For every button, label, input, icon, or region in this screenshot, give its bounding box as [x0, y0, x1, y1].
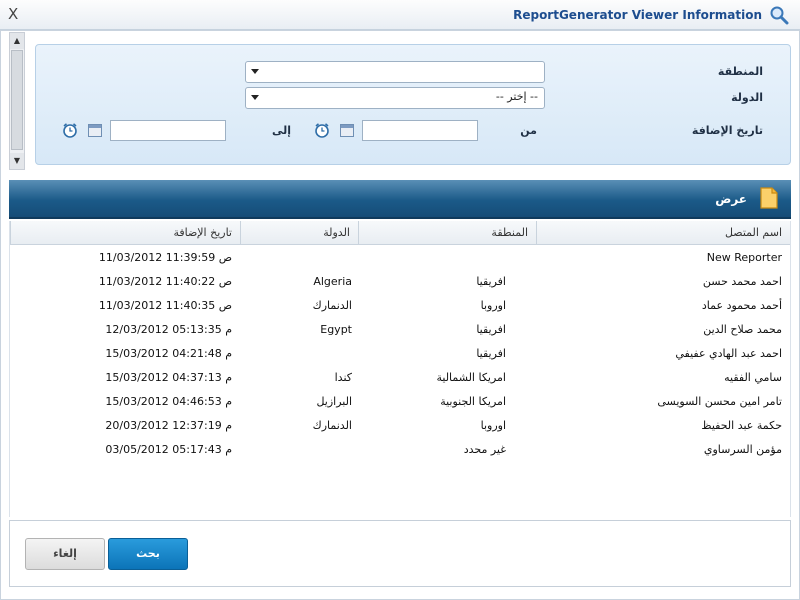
- cell-region: افريقيا: [476, 323, 506, 336]
- table-row[interactable]: New Reporter 11/03/2012 11:39:59 ص: [10, 246, 790, 270]
- title-bar: X ReportGenerator Viewer Information: [0, 0, 800, 30]
- table-row[interactable]: حكمة عبد الحفيظ اوروبا الدنمارك 20/03/2012 …: [10, 414, 790, 438]
- cell-caller-name: New Reporter: [706, 251, 782, 264]
- scroll-thumb[interactable]: [11, 50, 23, 150]
- table-row[interactable]: محمد صلاح الدين افريقيا Egypt 12/03/2012 05…: [10, 318, 790, 342]
- cell-country: [242, 342, 352, 366]
- grid-body: New Reporter 11/03/2012 11:39:59 ص احمد مح…: [10, 246, 790, 516]
- cell-date-added: 12/03/2012 05:13:35 م: [105, 323, 232, 336]
- cell-caller-name: احمد عبد الهادي عفيفي: [675, 347, 782, 360]
- results-header: عرض: [9, 180, 791, 219]
- table-row[interactable]: احمد محمد حسن افريقيا Algeria 11/03/2012 11…: [10, 270, 790, 294]
- cell-region: افريقيا: [476, 347, 506, 360]
- cell-region: غير محدد: [463, 443, 506, 456]
- to-label: إلى: [271, 124, 291, 137]
- cell-caller-name: احمد محمد حسن: [702, 275, 782, 288]
- cell-caller-name: تامر امين محسن السويسى: [657, 395, 782, 408]
- cell-date-added: 11/03/2012 11:39:59 ص: [98, 251, 232, 264]
- magnifier-icon: [770, 6, 789, 25]
- cell-caller-name: مؤمن السرساوي: [703, 443, 782, 456]
- cell-country: الدنمارك: [312, 299, 352, 312]
- cell-region: امريكا الجنوبية: [440, 395, 506, 408]
- column-header-region[interactable]: المنطقة: [358, 221, 536, 245]
- from-date-input[interactable]: [362, 120, 478, 141]
- cell-caller-name: أحمد محمود عماد: [701, 299, 782, 312]
- cell-date-added: 11/03/2012 11:40:35 ص: [98, 299, 232, 312]
- document-icon: [760, 187, 778, 209]
- cell-region: افريقيا: [476, 275, 506, 288]
- table-row[interactable]: أحمد محمود عماد اوروبا الدنمارك 11/03/2012 …: [10, 294, 790, 318]
- cell-region: امريكا الشمالية: [436, 371, 506, 384]
- cell-country: البرازيل: [316, 395, 352, 408]
- cell-country: Algeria: [313, 275, 352, 288]
- country-label: الدولة: [731, 91, 763, 104]
- chevron-down-icon: [251, 95, 259, 100]
- calendar-icon[interactable]: [340, 124, 354, 137]
- country-select[interactable]: -- إختر --: [245, 87, 545, 109]
- scroll-up-icon[interactable]: ▲: [10, 33, 24, 49]
- cell-date-added: 03/05/2012 05:17:43 م: [105, 443, 232, 456]
- to-date-input[interactable]: [110, 120, 226, 141]
- cell-country: الدنمارك: [312, 419, 352, 432]
- table-row[interactable]: تامر امين محسن السويسى امريكا الجنوبية الب…: [10, 390, 790, 414]
- clock-icon[interactable]: [314, 122, 330, 138]
- table-row[interactable]: مؤمن السرساوي غير محدد 03/05/2012 05:17:43…: [10, 438, 790, 462]
- results-title: عرض: [715, 192, 747, 206]
- cell-date-added: 15/03/2012 04:46:53 م: [105, 395, 232, 408]
- date-added-label: تاريخ الإضافة: [691, 124, 763, 137]
- table-row[interactable]: احمد عبد الهادي عفيفي افريقيا 15/03/2012 0…: [10, 342, 790, 366]
- cell-date-added: 15/03/2012 04:37:13 م: [105, 371, 232, 384]
- table-row[interactable]: سامي الفقيه امريكا الشمالية كندا 15/03/2012…: [10, 366, 790, 390]
- cell-region: اوروبا: [480, 419, 506, 432]
- window-title: ReportGenerator Viewer Information: [513, 8, 762, 22]
- region-select[interactable]: [245, 61, 545, 83]
- cancel-button[interactable]: إلغاء: [25, 538, 105, 570]
- cell-region: اوروبا: [480, 299, 506, 312]
- scroll-down-icon[interactable]: ▼: [10, 153, 24, 169]
- cell-country: Egypt: [320, 323, 352, 336]
- from-label: من: [520, 124, 537, 137]
- cell-date-added: 20/03/2012 12:37:19 م: [105, 419, 232, 432]
- cell-caller-name: محمد صلاح الدين: [703, 323, 782, 336]
- chevron-down-icon: [251, 69, 259, 74]
- column-header-country[interactable]: الدولة: [240, 221, 358, 245]
- search-button[interactable]: بحث: [108, 538, 188, 570]
- cell-country: [242, 246, 352, 270]
- close-icon[interactable]: X: [8, 4, 18, 24]
- region-label: المنطقة: [717, 65, 763, 78]
- cell-caller-name: حكمة عبد الحفيظ: [701, 419, 782, 432]
- cell-country: [242, 438, 352, 462]
- cell-date-added: 11/03/2012 11:40:22 ص: [98, 275, 232, 288]
- filter-panel: المنطقة الدولة -- إختر -- تاريخ الإضافة …: [35, 44, 791, 165]
- results-grid: اسم المتصل المنطقة الدولة تاريخ الإضافة …: [9, 221, 791, 517]
- calendar-icon[interactable]: [88, 124, 102, 137]
- column-header-date-added[interactable]: تاريخ الإضافة: [10, 221, 240, 245]
- clock-icon[interactable]: [62, 122, 78, 138]
- cell-date-added: 15/03/2012 04:21:48 م: [105, 347, 232, 360]
- column-header-caller-name[interactable]: اسم المتصل: [536, 221, 790, 245]
- cell-caller-name: سامي الفقيه: [724, 371, 782, 384]
- grid-header: اسم المتصل المنطقة الدولة تاريخ الإضافة: [10, 221, 790, 245]
- cell-region: [360, 246, 506, 270]
- scrollbar[interactable]: ▲ ▼: [9, 32, 25, 170]
- cell-country: كندا: [334, 371, 352, 384]
